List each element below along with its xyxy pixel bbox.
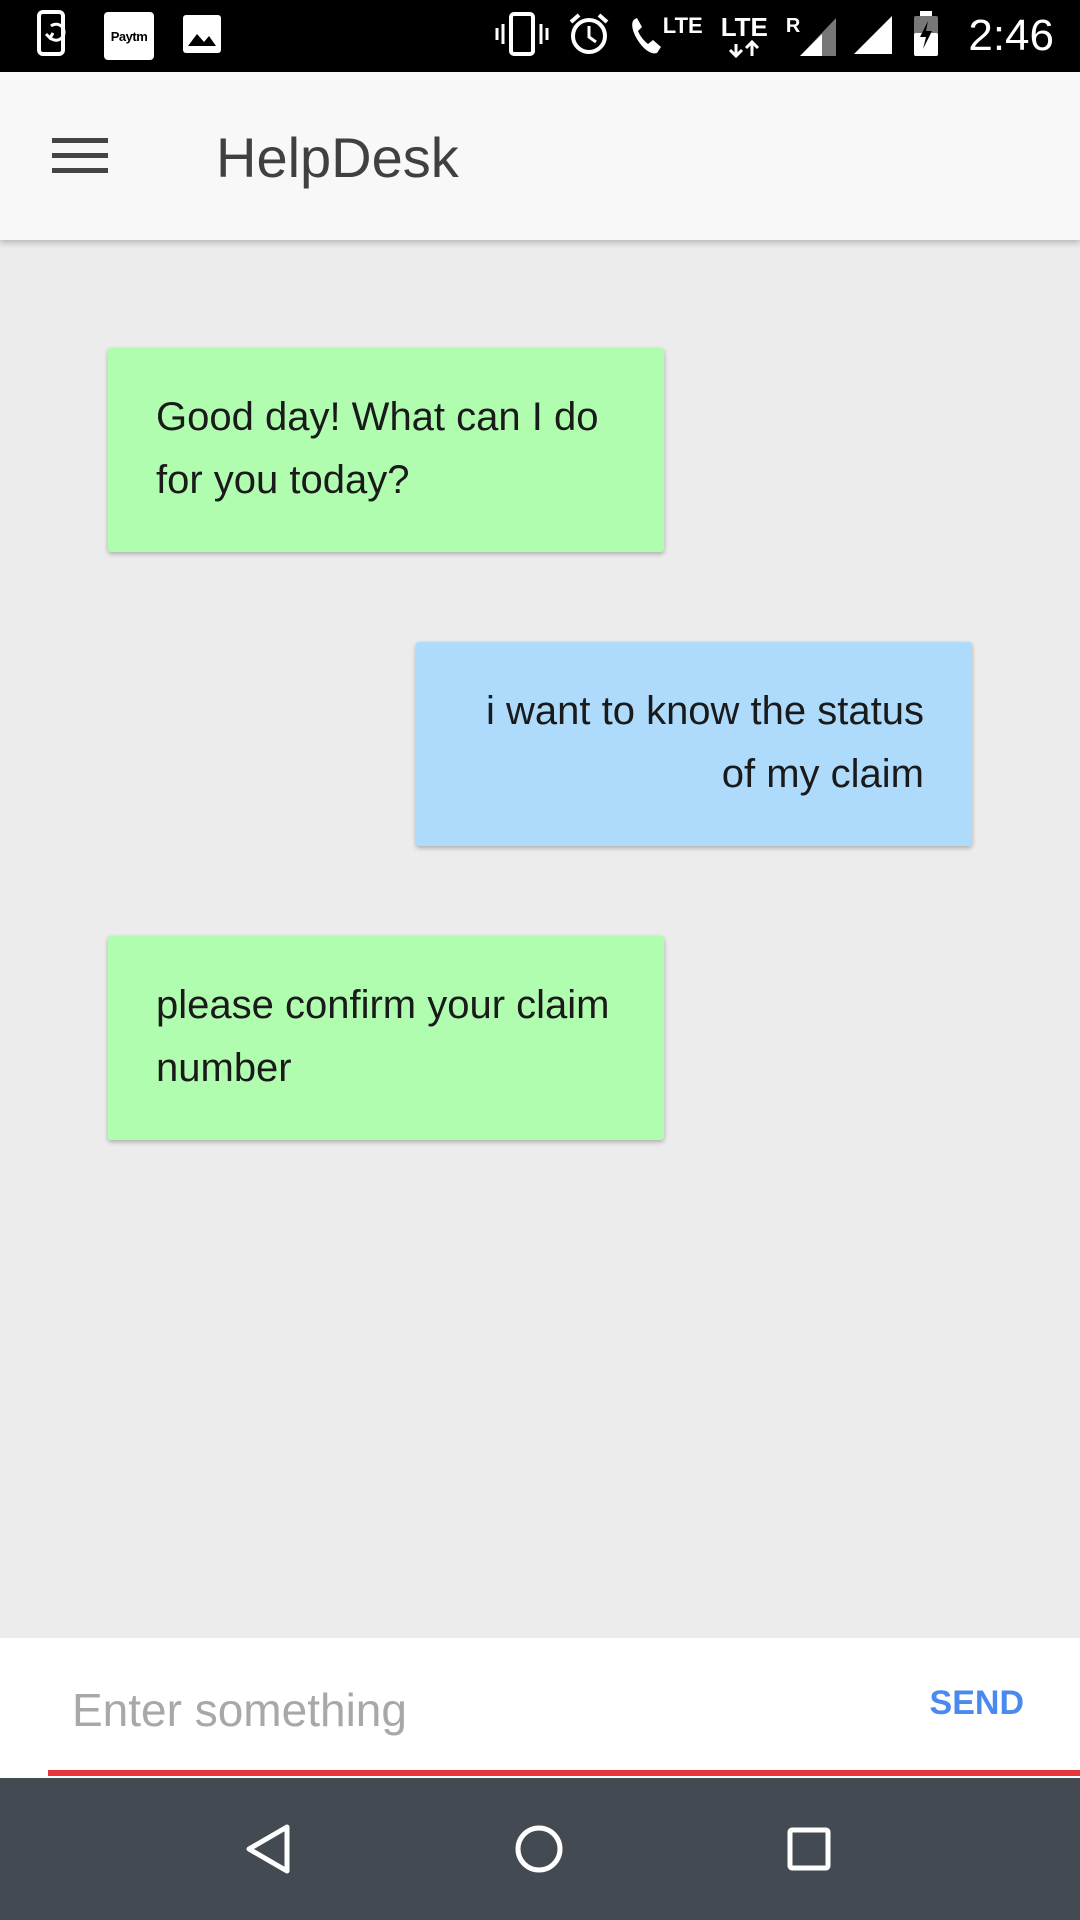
vibrate-icon — [495, 11, 549, 61]
sync-phone-icon — [36, 9, 76, 63]
page-title: HelpDesk — [216, 126, 459, 189]
paytm-icon: Paytm — [104, 12, 154, 60]
message-text: i want to know the status of my claim — [485, 689, 924, 796]
recents-icon[interactable] — [776, 1816, 842, 1882]
volte-call-icon: LTE — [629, 15, 703, 57]
app-bar: HelpDesk — [0, 72, 1080, 240]
battery-charging-icon — [912, 10, 940, 62]
send-button[interactable]: SEND — [930, 1684, 1024, 1723]
hamburger-menu-icon[interactable] — [52, 124, 138, 188]
message-text: Good day! What can I do for you today? — [156, 395, 599, 502]
status-right-icons: LTE LTE R 2:46 — [495, 0, 1054, 72]
message-text: please confirm your claim number — [156, 983, 610, 1090]
user-message-bubble: i want to know the status of my claim — [416, 642, 972, 846]
message-input[interactable] — [72, 1680, 852, 1740]
lte-data-icon: LTE — [721, 14, 768, 58]
message-composer: SEND — [0, 1638, 1080, 1778]
home-icon[interactable] — [506, 1816, 572, 1882]
status-bar: Paytm LTE LTE R 2:46 — [0, 0, 1080, 72]
bot-message-bubble: Good day! What can I do for you today? — [108, 348, 664, 552]
back-icon[interactable] — [236, 1816, 302, 1882]
input-underline — [48, 1770, 1080, 1776]
signal-icon — [854, 14, 894, 59]
chat-message-list: Good day! What can I do for you today? i… — [0, 240, 1080, 1638]
image-icon — [182, 14, 222, 59]
system-nav-bar — [0, 1778, 1080, 1920]
clock: 2:46 — [968, 11, 1054, 60]
alarm-icon — [567, 12, 611, 61]
bot-message-bubble: please confirm your claim number — [108, 936, 664, 1140]
status-left-icons: Paytm — [36, 9, 222, 63]
signal-roaming-icon: R — [786, 16, 837, 56]
